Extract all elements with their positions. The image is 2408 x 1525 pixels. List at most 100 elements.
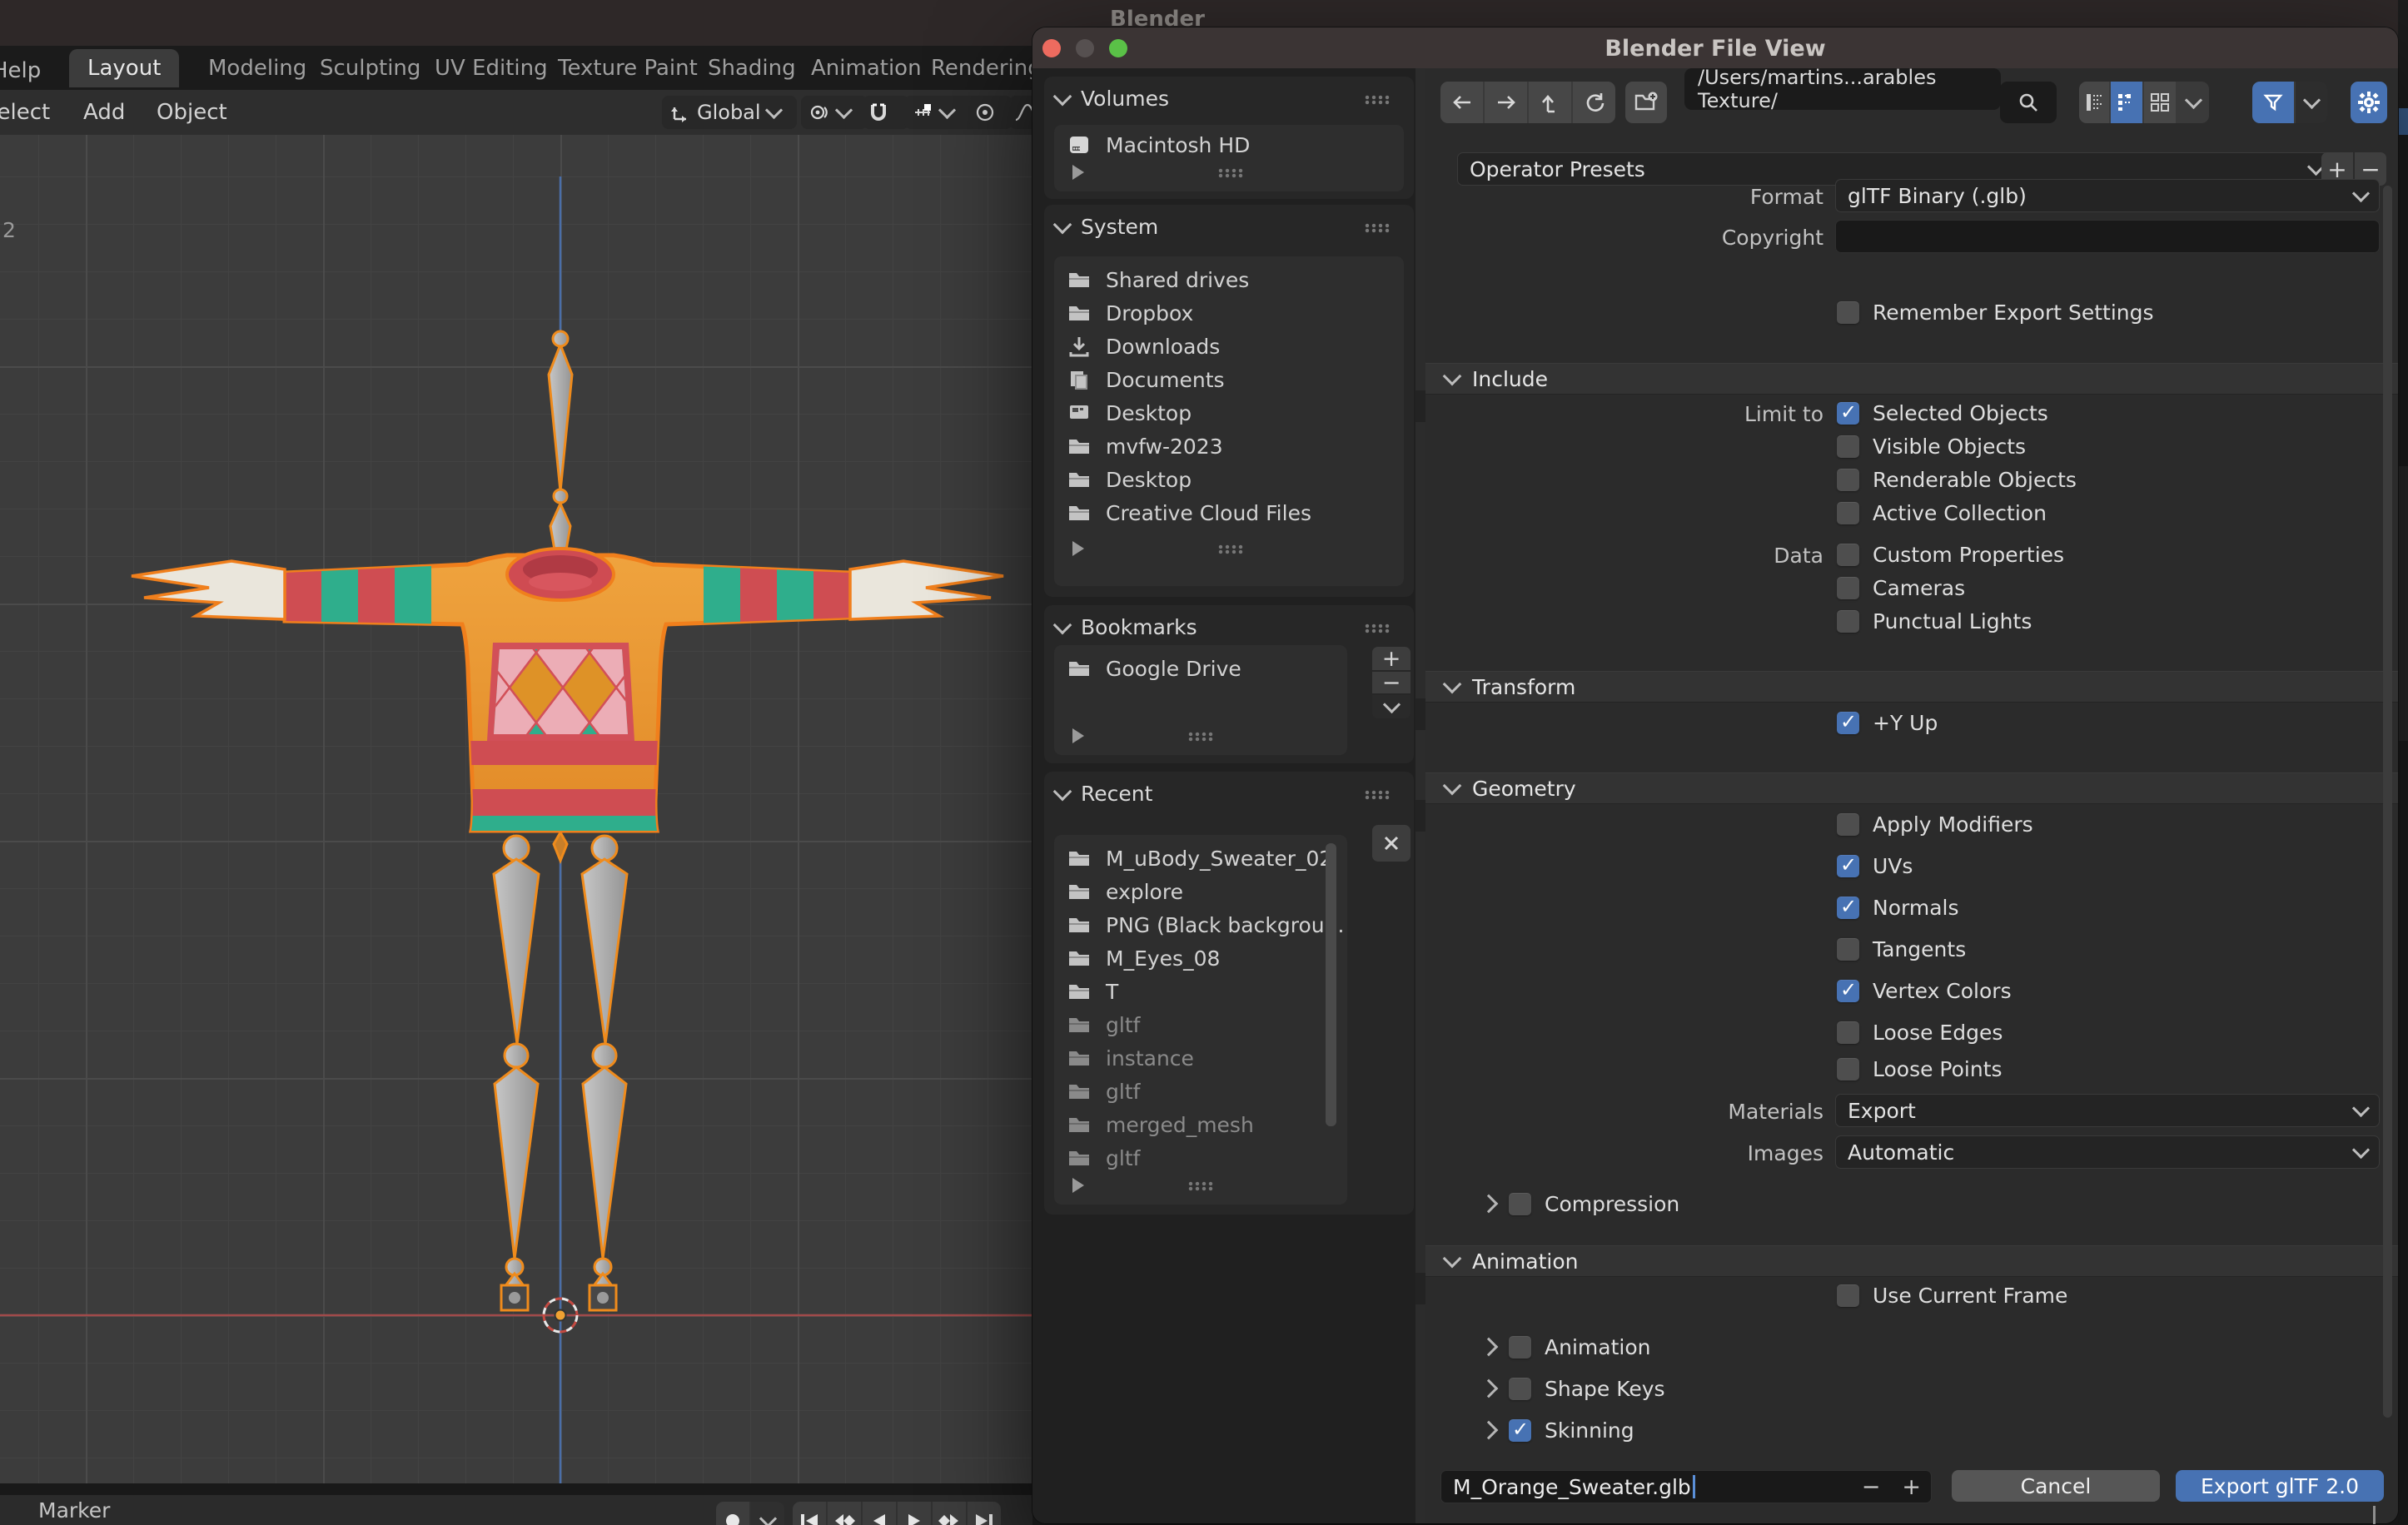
uvs-row[interactable]: UVs: [1837, 852, 1913, 879]
checkbox-checked[interactable]: [1837, 978, 1859, 1002]
panel-grip-icon[interactable]: [1364, 623, 1391, 633]
checkbox-unchecked[interactable]: [1837, 468, 1859, 491]
sweater-mesh[interactable]: [281, 547, 853, 833]
list-item[interactable]: Google Drive: [1067, 652, 1241, 685]
bookmarks-title[interactable]: Bookmarks: [1081, 615, 1197, 639]
record-button[interactable]: [716, 1502, 751, 1525]
export-button[interactable]: Export glTF 2.0: [2176, 1470, 2384, 1502]
display-settings-dropdown[interactable]: [2177, 82, 2209, 123]
refresh-button[interactable]: [1573, 82, 1615, 123]
animation-section-header[interactable]: Animation: [1425, 1245, 2398, 1277]
parent-directory-button[interactable]: [1529, 82, 1573, 123]
skinning-row[interactable]: Skinning: [1479, 1417, 1634, 1443]
checkbox-checked[interactable]: [1509, 1418, 1531, 1442]
bookmark-options-dropdown[interactable]: [1372, 695, 1410, 718]
shape-keys-row[interactable]: Shape Keys: [1479, 1375, 1665, 1402]
list-item[interactable]: Downloads: [1067, 330, 1220, 363]
menu-help[interactable]: Help: [0, 58, 41, 83]
tangents-row[interactable]: Tangents: [1837, 936, 1966, 962]
panel-grip-icon[interactable]: [1364, 95, 1391, 105]
cameras-row[interactable]: Cameras: [1837, 574, 1965, 601]
chevron-down-icon[interactable]: [1052, 782, 1072, 801]
checkbox-checked[interactable]: [1837, 853, 1859, 877]
punctual-lights-row[interactable]: Punctual Lights: [1837, 608, 2032, 634]
filter-settings-dropdown[interactable]: [2296, 82, 2327, 123]
create-directory-button[interactable]: [1625, 82, 1667, 123]
list-item[interactable]: explore: [1067, 875, 1183, 908]
panel-grip-icon[interactable]: [1364, 223, 1391, 233]
format-dropdown[interactable]: glTF Binary (.glb): [1835, 179, 2380, 212]
resize-grip-icon[interactable]: [1187, 732, 1214, 742]
checkbox-unchecked[interactable]: [1509, 1335, 1531, 1359]
list-item[interactable]: Macintosh HD: [1067, 128, 1250, 161]
settings-toggle-button[interactable]: [2351, 82, 2387, 123]
list-item[interactable]: Dropbox: [1067, 296, 1193, 330]
volumes-title[interactable]: Volumes: [1081, 87, 1169, 111]
proportional-editing-button[interactable]: [969, 96, 1012, 129]
resize-grip-icon[interactable]: [1217, 544, 1244, 554]
include-section-header[interactable]: Include: [1425, 363, 2398, 395]
menu-select[interactable]: Select: [0, 90, 50, 135]
chevron-right-icon[interactable]: [1479, 1194, 1499, 1214]
remove-bookmark-button[interactable]: −: [1372, 670, 1410, 696]
checkbox-unchecked[interactable]: [1509, 1192, 1531, 1215]
loose-points-row[interactable]: Loose Points: [1837, 1056, 2003, 1082]
geometry-section-header[interactable]: Geometry: [1425, 772, 2398, 804]
menu-object[interactable]: Object: [157, 90, 227, 135]
checkbox-checked[interactable]: [1837, 895, 1859, 919]
remember-export-settings-row[interactable]: Remember Export Settings: [1837, 299, 2154, 325]
checkbox-unchecked[interactable]: [1837, 435, 1859, 458]
checkbox-unchecked[interactable]: [1837, 1284, 1859, 1307]
add-bookmark-button[interactable]: +: [1372, 646, 1410, 672]
path-field[interactable]: /Users/martins...arables Texture/: [1684, 66, 2001, 112]
checkbox-unchecked[interactable]: [1837, 1057, 1859, 1080]
filename-input[interactable]: M_Orange_Sweater.glb − +: [1440, 1470, 1932, 1503]
armature-head-bones[interactable]: [547, 330, 574, 584]
clear-recent-button[interactable]: [1372, 825, 1410, 862]
list-item[interactable]: gltf: [1067, 1008, 1140, 1041]
thumbnail-view-button[interactable]: [2144, 82, 2177, 123]
pivot-point-dropdown[interactable]: [801, 96, 868, 129]
prev-keyframe-button[interactable]: [828, 1502, 863, 1525]
expand-icon[interactable]: [1072, 728, 1084, 743]
list-item[interactable]: gltf: [1067, 1141, 1140, 1175]
jump-to-end-button[interactable]: [968, 1502, 1001, 1525]
list-item[interactable]: Shared drives: [1067, 263, 1249, 296]
chevron-down-icon[interactable]: [1052, 215, 1072, 234]
chevron-right-icon[interactable]: [1479, 1378, 1499, 1398]
vertex-colors-row[interactable]: Vertex Colors: [1837, 977, 2012, 1004]
region-expand-chevron[interactable]: [2373, 1506, 2376, 1524]
vertical-list-view-button[interactable]: [2079, 82, 2111, 123]
cancel-button[interactable]: Cancel: [1952, 1470, 2160, 1502]
checkbox-checked[interactable]: [1837, 400, 1859, 425]
expand-icon[interactable]: [1072, 541, 1084, 556]
transform-orientation-dropdown[interactable]: Global: [662, 96, 797, 129]
snap-settings-dropdown[interactable]: [904, 96, 979, 129]
list-item[interactable]: mvfw-2023: [1067, 430, 1223, 463]
checkbox-unchecked[interactable]: [1509, 1377, 1531, 1400]
next-keyframe-button[interactable]: [933, 1502, 968, 1525]
recent-title[interactable]: Recent: [1081, 782, 1152, 806]
decrement-filename-button[interactable]: −: [1862, 1474, 1881, 1500]
chevron-down-icon[interactable]: [1052, 615, 1072, 634]
checkbox-unchecked[interactable]: [1837, 543, 1859, 566]
jump-to-start-button[interactable]: [793, 1502, 828, 1525]
filter-button-active[interactable]: [2252, 82, 2296, 123]
custom-properties-row[interactable]: Custom Properties: [1837, 541, 2064, 568]
normals-row[interactable]: Normals: [1837, 894, 1958, 921]
checkbox-unchecked[interactable]: [1837, 937, 1859, 961]
checkbox-unchecked[interactable]: [1837, 501, 1859, 524]
visible-objects-row[interactable]: Visible Objects: [1837, 433, 2026, 459]
params-scrollbar[interactable]: [2383, 186, 2392, 1418]
scrollbar[interactable]: [1326, 843, 1336, 1126]
y-up-row[interactable]: +Y Up: [1837, 709, 1938, 736]
list-item[interactable]: M_Eyes_08: [1067, 941, 1220, 975]
expand-icon[interactable]: [1072, 165, 1084, 180]
horizontal-list-view-button-active[interactable]: [2111, 82, 2144, 123]
materials-dropdown[interactable]: Export: [1835, 1094, 2380, 1127]
search-button[interactable]: [2000, 82, 2057, 123]
selected-objects-row[interactable]: Selected Objects: [1837, 400, 2048, 426]
resize-grip-icon[interactable]: [1187, 1181, 1214, 1191]
marker-menu[interactable]: Marker: [38, 1498, 110, 1523]
compression-row[interactable]: Compression: [1479, 1190, 1679, 1217]
